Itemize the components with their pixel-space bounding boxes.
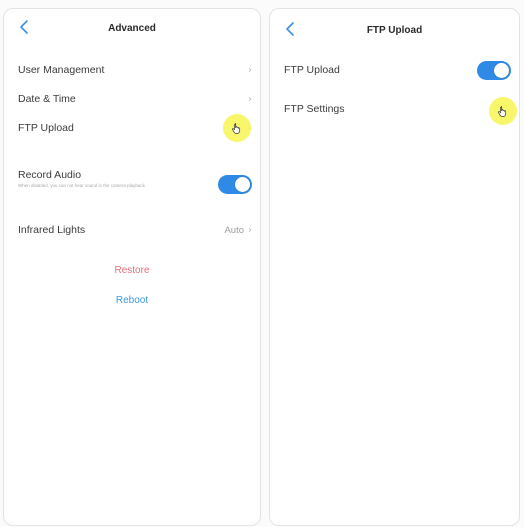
infrared-lights-value-wrap: Auto › [224, 225, 252, 236]
record-audio-label: Record Audio [18, 169, 82, 181]
page-title: FTP Upload [366, 24, 423, 36]
advanced-header: Advanced [4, 9, 260, 47]
ftp-upload-header: FTP Upload [270, 9, 519, 51]
record-audio-row: Record Audio When disabled, you can not … [18, 169, 252, 203]
user-management-label: User Management [18, 64, 105, 76]
date-time-label: Date & Time [18, 93, 76, 105]
chevron-right-icon: › [248, 64, 252, 76]
user-management-row[interactable]: User Management › [18, 61, 252, 79]
screenshot-canvas: Advanced User Management › Date & Time ›… [0, 0, 524, 527]
record-audio-toggle[interactable] [218, 175, 252, 194]
hand-pointer-icon [498, 106, 507, 117]
ftp-upload-row[interactable]: FTP Upload › [18, 119, 252, 137]
ftp-settings-label: FTP Settings [284, 103, 345, 115]
hand-pointer-icon [232, 123, 241, 134]
ftp-upload-toggle[interactable] [477, 60, 511, 80]
record-audio-description: When disabled, you can not hear sound in… [18, 183, 147, 188]
infrared-lights-value: Auto [224, 224, 244, 236]
ftp-settings-row[interactable]: FTP Settings [284, 100, 511, 118]
chevron-right-icon: › [248, 93, 252, 105]
record-audio-text: Record Audio When disabled, you can not … [18, 169, 183, 189]
toggle-knob [235, 177, 250, 192]
infrared-lights-label: Infrared Lights [18, 224, 86, 236]
chevron-right-icon: › [248, 224, 252, 236]
reboot-button[interactable]: Reboot [4, 295, 260, 306]
cursor-highlight [223, 114, 251, 142]
back-icon[interactable] [282, 19, 300, 39]
back-icon[interactable] [16, 17, 34, 37]
ftp-upload-toggle-row: FTP Upload [284, 59, 511, 81]
restore-button[interactable]: Restore [4, 265, 260, 276]
infrared-lights-row[interactable]: Infrared Lights Auto › [18, 221, 252, 239]
ftp-upload-label: FTP Upload [18, 122, 74, 134]
ftp-upload-label: FTP Upload [284, 64, 340, 76]
ftp-upload-screen: FTP Upload FTP Upload FTP Settings [269, 8, 520, 526]
toggle-knob [494, 62, 509, 78]
advanced-screen: Advanced User Management › Date & Time ›… [3, 8, 261, 526]
cursor-highlight [489, 97, 517, 125]
date-time-row[interactable]: Date & Time › [18, 90, 252, 108]
page-title: Advanced [108, 22, 156, 34]
